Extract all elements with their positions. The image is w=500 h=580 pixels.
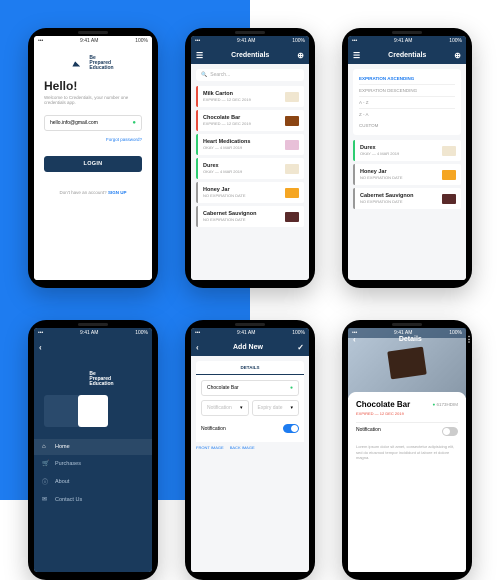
list-item[interactable]: Heart MedicationsOKAY — 4 MAR 2019 (196, 134, 304, 155)
tab-details[interactable]: DETAILS (196, 361, 304, 375)
phone-add: •••9:41 AM100% ‹ Add New ✓ DETAILS Choco… (185, 320, 315, 580)
check-icon: ● (290, 385, 293, 391)
page-title: Add New (233, 344, 263, 351)
calendar-icon: ▾ (290, 405, 293, 411)
item-status: EXPIRED — 12 DEC 2019 (356, 411, 458, 416)
list-item[interactable]: Chocolate BarEXPIRED — 12 DEC 2019 (196, 110, 304, 131)
phone-details: •••9:41 AM100% ‹ Details ⋮ Chocolate Bar… (342, 320, 472, 580)
eagle-icon (72, 375, 86, 385)
search-input[interactable]: 🔍 Search... (196, 69, 304, 81)
search-icon: 🔍 (201, 72, 207, 78)
nav-icon: 🛒 (42, 460, 50, 467)
header: ‹ Add New ✓ (191, 338, 309, 356)
save-icon[interactable]: ✓ (297, 343, 304, 352)
phone-nav: •••9:41 AM100% ‹ BePreparedEducation ⌂Ho… (28, 320, 158, 580)
sort-option[interactable]: EXPIRATION DESCENDING (359, 85, 455, 97)
list-item[interactable]: Milk CartonEXPIRED — 12 DEC 2019 (196, 86, 304, 107)
brand-logo: BePreparedEducation (34, 372, 152, 387)
thumbnail (285, 92, 299, 102)
toggle-switch[interactable] (283, 424, 299, 433)
sort-option[interactable]: A - Z (359, 97, 455, 109)
notification-field[interactable]: Notification▾ (201, 400, 249, 416)
thumbnail (442, 170, 456, 180)
sort-custom[interactable]: CUSTOM (359, 120, 455, 131)
forgot-password-link[interactable]: Forgot password? (44, 137, 142, 142)
header: ‹ Details ⋮ (348, 330, 466, 348)
toggle-switch[interactable] (442, 427, 458, 436)
item-id: 6173HDIM (433, 402, 458, 407)
login-button[interactable]: LOGIN (44, 156, 142, 172)
list-item[interactable]: DurexOKAY — 4 MAR 2019 (353, 140, 461, 161)
header: ☰ Credentials ⊕ (191, 46, 309, 64)
back-icon[interactable]: ‹ (353, 335, 356, 344)
add-icon[interactable]: ⊕ (297, 51, 304, 60)
nav-item[interactable]: ⌂Home (34, 439, 152, 455)
nav-icon: ⌂ (42, 444, 50, 450)
phone-credentials: •••9:41 AM100% ☰ Credentials ⊕ 🔍 Search.… (185, 28, 315, 288)
back-icon[interactable]: ‹ (39, 343, 42, 352)
thumbnail (285, 212, 299, 222)
eagle-icon (72, 59, 86, 69)
thumbnail (285, 188, 299, 198)
nav-item[interactable]: 🛒Purchases (34, 455, 152, 472)
tabs: DETAILS (196, 361, 304, 375)
status-bar: •••9:41 AM100% (34, 328, 152, 338)
email-field[interactable]: hello.info@gmail.com ● (44, 115, 142, 131)
header: ☰ Credentials ⊕ (348, 46, 466, 64)
thumbnail (285, 116, 299, 126)
check-icon: ● (132, 120, 136, 126)
page-title: Details (399, 336, 422, 343)
menu-icon[interactable]: ☰ (196, 51, 203, 60)
carousel[interactable] (44, 395, 104, 427)
battery: 100% (135, 38, 148, 44)
front-image-link[interactable]: FRONT IMAGE (196, 445, 224, 450)
description: Lorem ipsum dolor sit amet, consectetur … (356, 444, 458, 461)
thumbnail (285, 140, 299, 150)
clock: 9:41 AM (80, 38, 98, 44)
status-bar: •••9:41 AM100% (348, 36, 466, 46)
list-item[interactable]: Cabernet SauvignonNO EXPIRATION DATE (353, 188, 461, 209)
greeting: Hello! (44, 79, 142, 93)
sort-option[interactable]: Z - A (359, 109, 455, 120)
subtitle: Welcome to Credentials, your number one … (44, 95, 142, 105)
thumbnail (285, 164, 299, 174)
name-field[interactable]: Chocolate Bar● (201, 380, 299, 396)
list-item[interactable]: DurexOKAY — 4 MAR 2019 (196, 158, 304, 179)
brand-logo: BePreparedEducation (44, 56, 142, 71)
header: ‹ (34, 338, 152, 356)
list-item[interactable]: Cabernet SauvignonNO EXPIRATION DATE (196, 206, 304, 227)
item-name: Chocolate Bar (356, 400, 410, 409)
nav-item[interactable]: ⓘAbout (34, 472, 152, 491)
status-bar: •••9:41 AM100% (191, 36, 309, 46)
notification-toggle-row: Notification (201, 420, 299, 437)
sort-option[interactable]: EXPIRATION ASCENDING (359, 73, 455, 85)
signup-prompt: Don't have an account? SIGN UP (44, 190, 142, 195)
thumbnail (442, 146, 456, 156)
nav-icon: ⓘ (42, 477, 50, 486)
status-bar: •••9:41 AM100% (191, 328, 309, 338)
chevron-down-icon: ▾ (240, 405, 243, 411)
more-icon[interactable]: ⋮ (465, 335, 466, 344)
signup-link[interactable]: SIGN UP (108, 190, 127, 195)
page-title: Credentials (231, 52, 269, 59)
list-item[interactable]: Honey JarNO EXPIRATION DATE (196, 182, 304, 203)
back-image-link[interactable]: BACK IMAGE (230, 445, 255, 450)
add-icon[interactable]: ⊕ (454, 51, 461, 60)
thumbnail (442, 194, 456, 204)
carrier: ••• (38, 38, 43, 44)
expiry-field[interactable]: Expiry date▾ (252, 400, 300, 416)
menu-icon[interactable]: ☰ (353, 51, 360, 60)
sort-panel: EXPIRATION ASCENDINGEXPIRATION DESCENDIN… (353, 69, 461, 135)
status-bar: ••• 9:41 AM 100% (34, 36, 152, 46)
back-icon[interactable]: ‹ (196, 343, 199, 352)
list-item[interactable]: Honey JarNO EXPIRATION DATE (353, 164, 461, 185)
phone-sort: •••9:41 AM100% ☰ Credentials ⊕ EXPIRATIO… (342, 28, 472, 288)
phone-login: ••• 9:41 AM 100% BePreparedEducation Hel… (28, 28, 158, 288)
